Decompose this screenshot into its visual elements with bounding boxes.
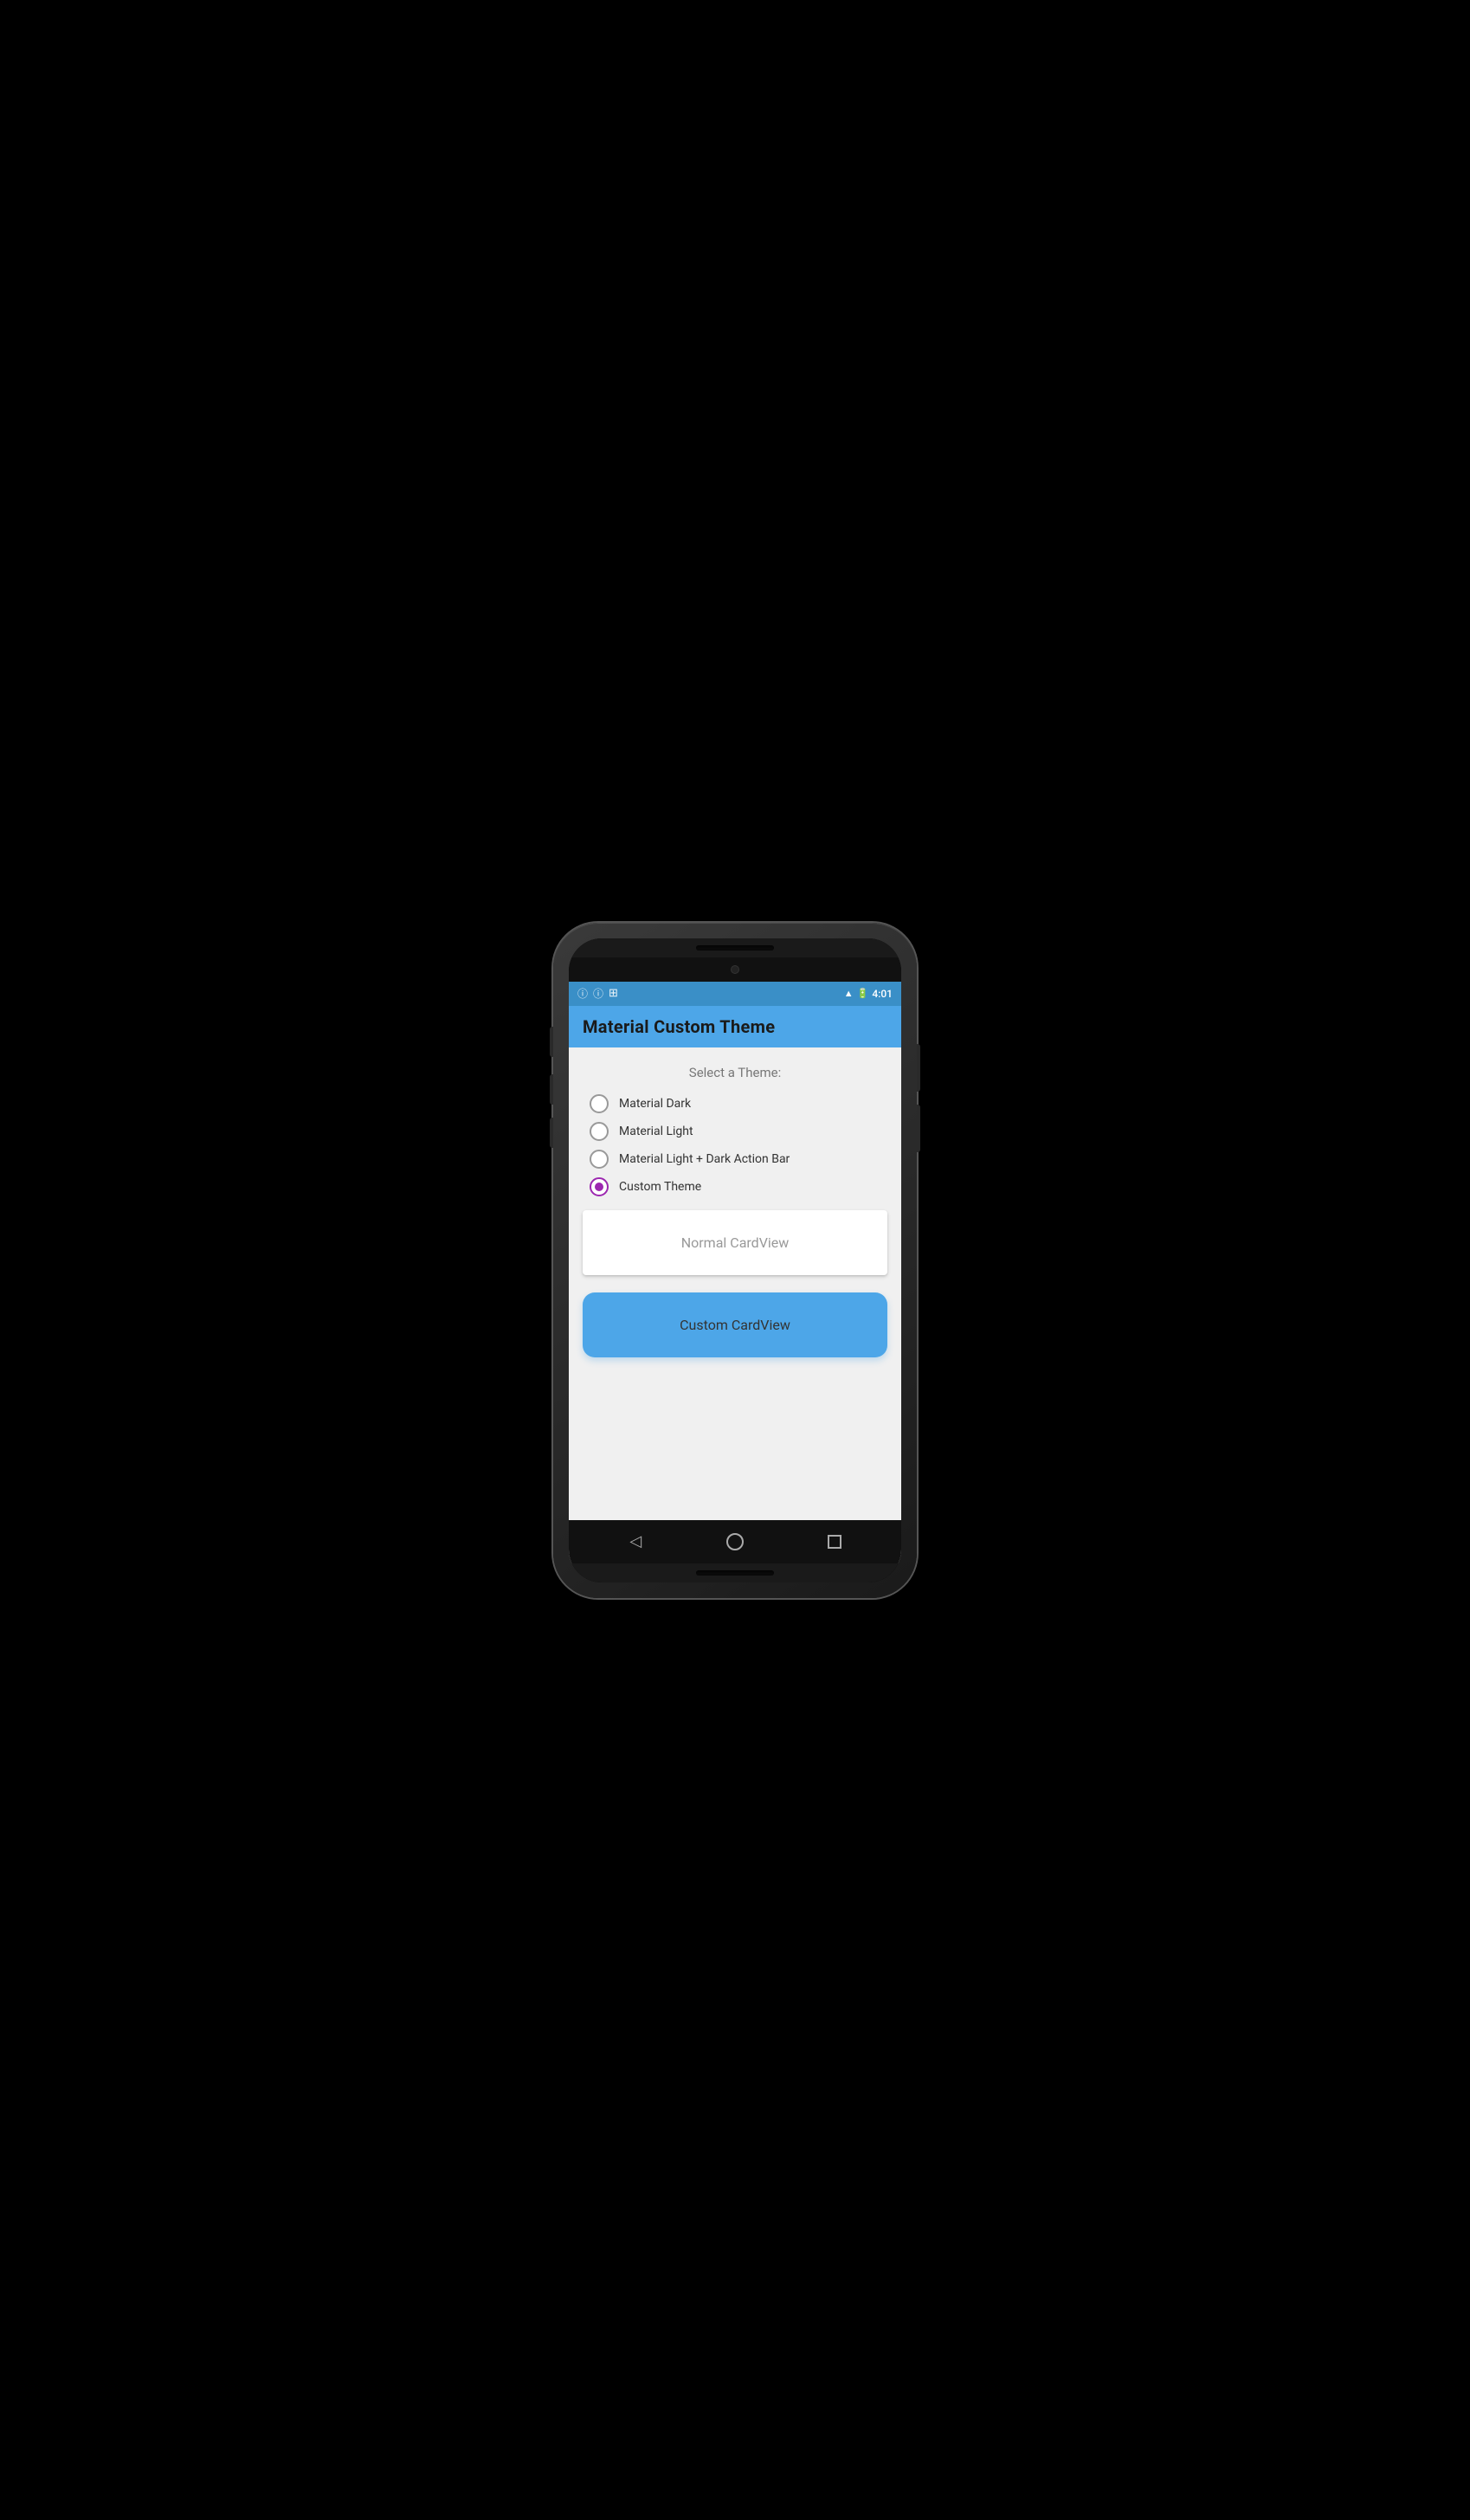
content-area: Select a Theme: Material Dark Material L… — [569, 1047, 901, 1520]
nav-home-button[interactable] — [719, 1526, 751, 1557]
radio-material-dark[interactable]: Material Dark — [590, 1094, 880, 1113]
signal-icon: ▲ — [844, 988, 854, 999]
time-display: 4:01 — [872, 988, 893, 1000]
recent-icon — [828, 1535, 841, 1549]
phone-screen: ⓘ ⓘ ⊞ ▲ 🔋 4:01 Material Custom Theme Sel… — [569, 938, 901, 1582]
speaker-grille — [696, 945, 774, 951]
radio-custom-theme[interactable]: Custom Theme — [590, 1177, 880, 1196]
radio-circle-material-dark — [590, 1094, 609, 1113]
radio-inner-custom-theme — [595, 1183, 603, 1191]
back-icon: ◁ — [629, 1532, 642, 1550]
select-label: Select a Theme: — [583, 1065, 887, 1080]
status-icon-app: ⊞ — [609, 987, 618, 1000]
radio-label-custom-theme: Custom Theme — [619, 1180, 701, 1194]
app-bar-title: Material Custom Theme — [583, 1016, 775, 1037]
status-left: ⓘ ⓘ ⊞ — [577, 986, 618, 1001]
bottom-speaker — [569, 1563, 901, 1582]
phone-frame: ⓘ ⓘ ⊞ ▲ 🔋 4:01 Material Custom Theme Sel… — [553, 923, 917, 1598]
normal-card[interactable]: Normal CardView — [583, 1210, 887, 1275]
radio-label-material-light-dark: Material Light + Dark Action Bar — [619, 1152, 790, 1166]
battery-icon: 🔋 — [857, 988, 869, 999]
radio-label-material-light: Material Light — [619, 1125, 693, 1138]
status-icon-info1: ⓘ — [577, 986, 588, 1001]
app-bar: Material Custom Theme — [569, 1006, 901, 1047]
radio-group: Material Dark Material Light Material Li… — [583, 1094, 887, 1196]
home-icon — [726, 1533, 744, 1550]
screen: ⓘ ⓘ ⊞ ▲ 🔋 4:01 Material Custom Theme Sel… — [569, 982, 901, 1563]
radio-circle-custom-theme — [590, 1177, 609, 1196]
radio-circle-material-light — [590, 1122, 609, 1141]
top-speaker — [569, 938, 901, 957]
custom-card-label: Custom CardView — [680, 1317, 790, 1333]
nav-recent-button[interactable] — [819, 1526, 850, 1557]
status-icon-info2: ⓘ — [593, 986, 603, 1001]
camera-area — [569, 957, 901, 982]
nav-back-button[interactable]: ◁ — [620, 1526, 651, 1557]
status-right: ▲ 🔋 4:01 — [844, 988, 893, 1000]
radio-circle-material-light-dark — [590, 1150, 609, 1169]
camera-dot — [731, 965, 739, 974]
radio-material-light[interactable]: Material Light — [590, 1122, 880, 1141]
radio-label-material-dark: Material Dark — [619, 1097, 691, 1111]
bottom-nav: ◁ — [569, 1520, 901, 1563]
custom-card[interactable]: Custom CardView — [583, 1292, 887, 1357]
radio-material-light-dark[interactable]: Material Light + Dark Action Bar — [590, 1150, 880, 1169]
status-bar: ⓘ ⓘ ⊞ ▲ 🔋 4:01 — [569, 982, 901, 1006]
bottom-speaker-grille — [696, 1570, 774, 1576]
normal-card-label: Normal CardView — [681, 1234, 790, 1251]
